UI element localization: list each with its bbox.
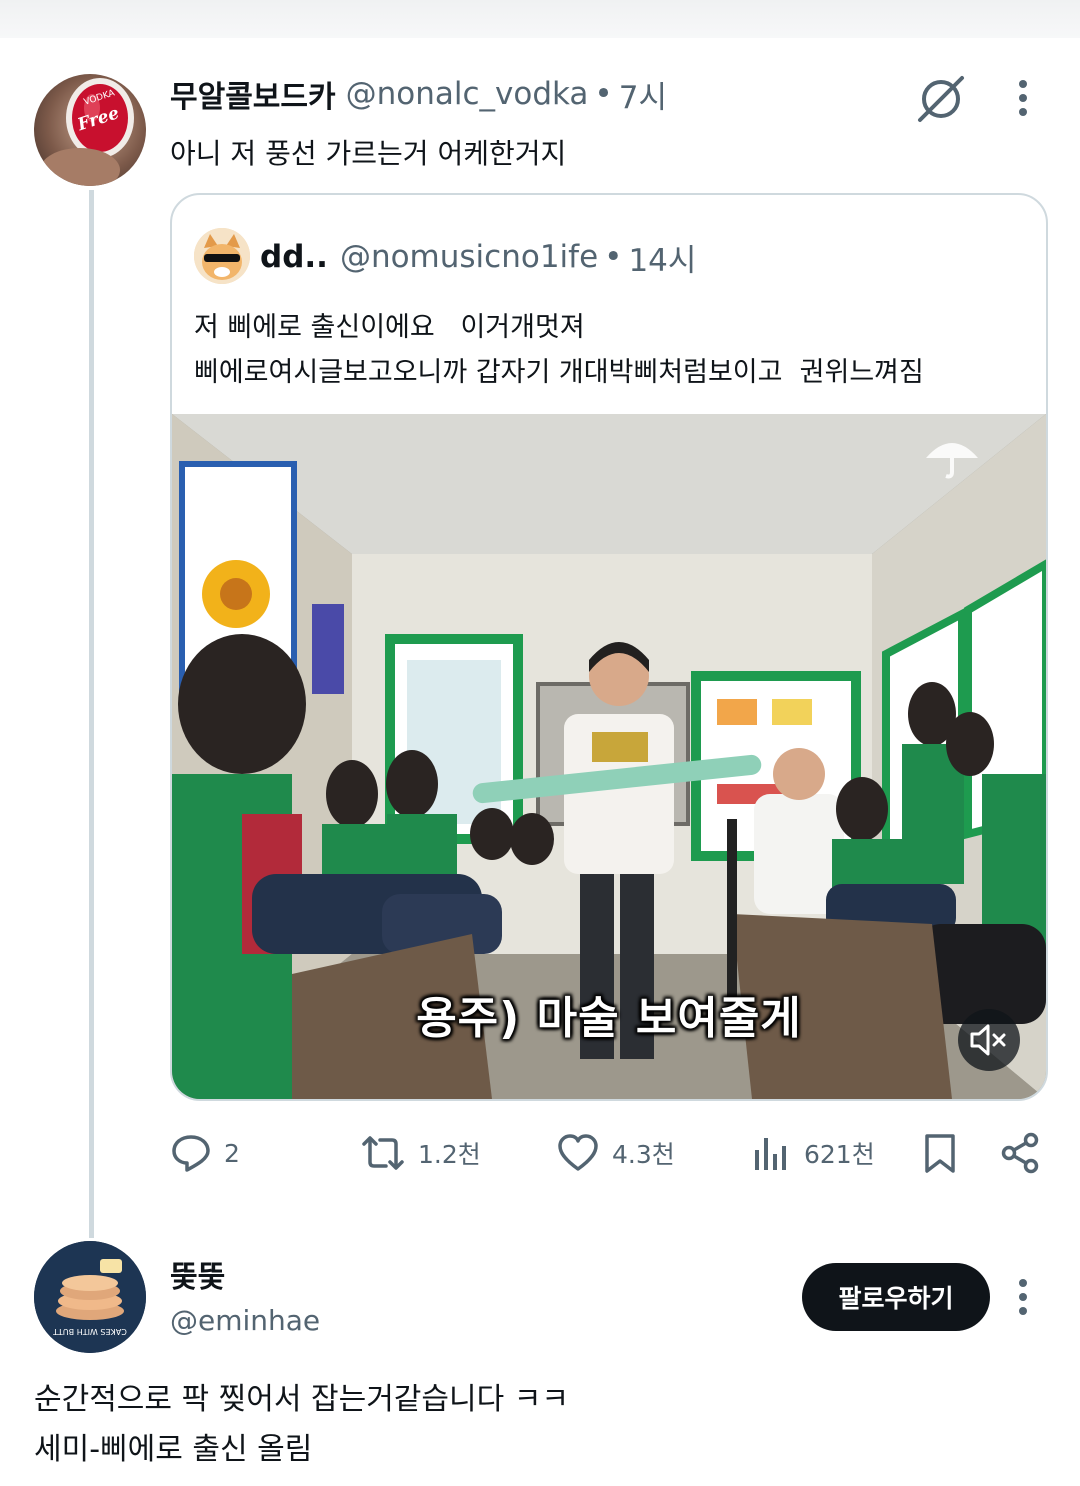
reply-count: 2: [224, 1138, 240, 1168]
mute-button[interactable]: [958, 1009, 1020, 1071]
quoted-author-avatar[interactable]: [194, 228, 250, 284]
retweet-button[interactable]: 1.2천: [360, 1126, 481, 1180]
separator-dot: •: [604, 239, 623, 275]
share-icon: [1001, 1132, 1039, 1174]
separator-dot: •: [594, 76, 613, 112]
umbrella-watermark-icon: [922, 432, 982, 482]
heart-icon: [558, 1134, 598, 1171]
reply-button[interactable]: 2: [170, 1126, 240, 1180]
video-caption: 용주) 마술 보여줄게: [416, 993, 802, 1044]
like-count: 4.3천: [612, 1140, 675, 1169]
author-handle[interactable]: @nonalc_vodka: [346, 76, 589, 112]
quoted-tweet-text: 저 삐에로 출신이에요 이거개멋져 삐에로여시글보고오니까 갑자기 개대박삐처럼…: [194, 312, 924, 388]
reply-icon: [172, 1135, 210, 1172]
more-options-icon[interactable]: [1008, 78, 1038, 118]
author-display-name[interactable]: 무알콜보드카: [170, 72, 336, 116]
tweet-actions: 2 1.2천 4.3천 621천: [170, 1126, 1040, 1180]
quoted-tweet-card[interactable]: dd.. @nomusicno1ife • 14시 저 삐에로 출신이에요 이거…: [170, 193, 1048, 1101]
thread-line: [89, 190, 94, 1238]
grok-icon[interactable]: [914, 72, 968, 126]
author-row: 무알콜보드카 @nonalc_vodka • 7시: [170, 72, 667, 117]
reply-author-display-name[interactable]: 뚲뚲: [170, 1252, 225, 1296]
top-fade: [0, 0, 1080, 38]
view-count: 621천: [804, 1140, 875, 1169]
bookmark-icon: [925, 1134, 955, 1173]
video-player[interactable]: 용주) 마술 보여줄게: [172, 414, 1046, 1099]
quoted-author-display-name[interactable]: dd..: [260, 239, 328, 275]
views-button[interactable]: 621천: [752, 1126, 875, 1180]
author-avatar[interactable]: VODKA Free: [34, 74, 146, 186]
tweet-text: 아니 저 풍선 가르는거 어케한거지: [170, 137, 567, 170]
retweet-icon: [362, 1136, 404, 1170]
share-button[interactable]: [1000, 1126, 1040, 1180]
like-button[interactable]: 4.3천: [556, 1126, 675, 1180]
follow-button[interactable]: 팔로우하기: [802, 1263, 990, 1331]
bookmark-button[interactable]: [922, 1126, 958, 1180]
reply-text: 순간적으로 팍 찢어서 잡는거같습니다 ㅋㅋ 세미-삐에로 출신 올림: [34, 1382, 569, 1467]
tweet-time[interactable]: 7시: [619, 72, 667, 117]
quoted-author-row: dd.. @nomusicno1ife • 14시: [260, 235, 696, 279]
reply-avatar-text: CAKES WITH BUTT: [53, 1327, 127, 1336]
quoted-tweet-time[interactable]: 14시: [628, 235, 696, 280]
speaker-muted-icon: [970, 1024, 1006, 1056]
retweet-count: 1.2천: [418, 1140, 481, 1169]
reply-author-handle[interactable]: @eminhae: [170, 1304, 320, 1337]
reply-author-avatar[interactable]: CAKES WITH BUTT: [34, 1241, 146, 1353]
views-icon: [755, 1138, 786, 1170]
quoted-author-handle[interactable]: @nomusicno1ife: [340, 239, 598, 275]
more-options-icon[interactable]: [1008, 1277, 1038, 1317]
